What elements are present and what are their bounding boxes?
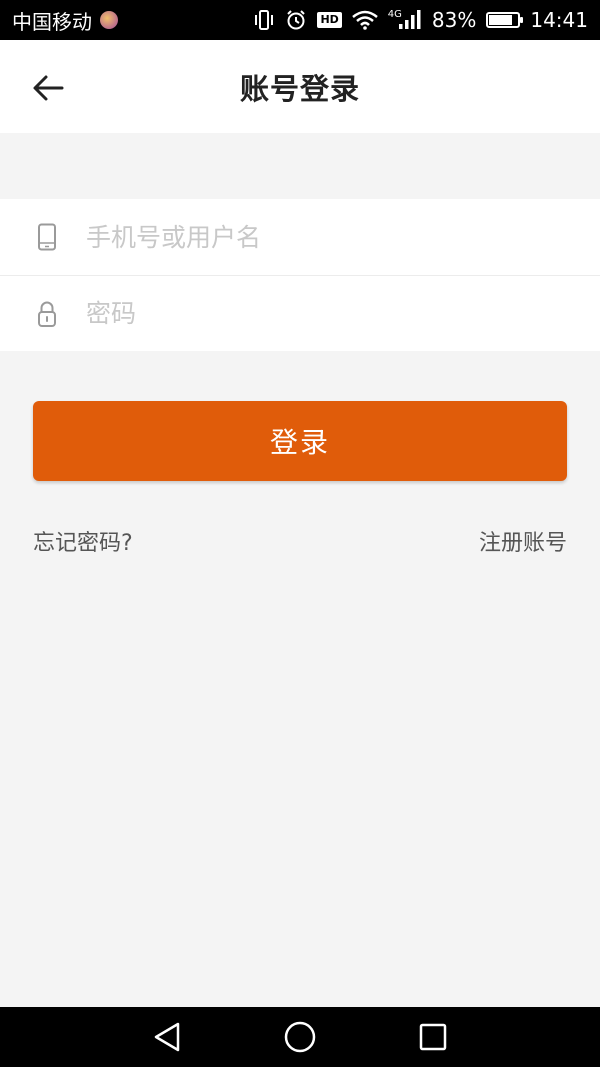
password-input[interactable] bbox=[86, 299, 546, 328]
system-home-button[interactable] bbox=[275, 1012, 325, 1062]
login-button[interactable]: 登录 bbox=[33, 401, 567, 481]
alarm-icon bbox=[285, 9, 307, 31]
username-row bbox=[0, 199, 600, 275]
username-input[interactable] bbox=[86, 222, 546, 252]
status-right: HD 4G 83% 14:41 bbox=[253, 8, 588, 32]
password-row bbox=[0, 275, 600, 351]
phone-icon bbox=[34, 221, 60, 253]
home-circle-icon bbox=[284, 1021, 316, 1053]
battery-icon bbox=[486, 12, 524, 28]
network-label: 4G bbox=[387, 8, 402, 20]
back-button[interactable] bbox=[28, 68, 68, 108]
login-form bbox=[0, 199, 600, 351]
recents-square-icon bbox=[420, 1023, 447, 1051]
carrier-name: 中国移动 bbox=[12, 9, 92, 34]
arrow-left-icon bbox=[33, 75, 64, 101]
battery-percent: 83% bbox=[431, 8, 477, 32]
vibrate-icon bbox=[253, 9, 275, 31]
system-back-button[interactable] bbox=[142, 1012, 192, 1062]
system-nav-bar bbox=[0, 1007, 600, 1067]
register-account-link[interactable]: 注册账号 bbox=[479, 525, 567, 557]
clock: 14:41 bbox=[530, 8, 588, 32]
status-left: 中国移动 bbox=[12, 6, 118, 35]
system-recents-button[interactable] bbox=[408, 1012, 458, 1062]
page-title: 账号登录 bbox=[239, 71, 360, 106]
header: 账号登录 bbox=[0, 40, 600, 133]
battery-fill bbox=[489, 15, 513, 25]
forgot-password-link[interactable]: 忘记密码? bbox=[33, 525, 133, 557]
hd-icon: HD bbox=[317, 12, 342, 28]
back-triangle-icon bbox=[154, 1022, 179, 1052]
status-bar: 中国移动 HD 4G 83% 14:41 bbox=[0, 0, 600, 40]
wifi-icon bbox=[351, 10, 378, 30]
carrier-badge-icon bbox=[100, 11, 118, 29]
signal-icon: 4G bbox=[387, 8, 422, 30]
lock-icon bbox=[34, 298, 60, 330]
